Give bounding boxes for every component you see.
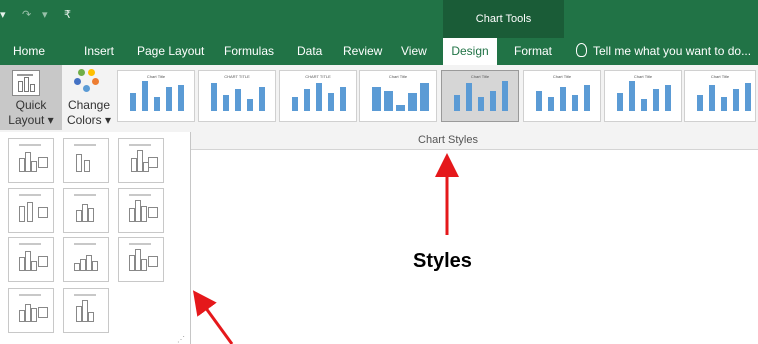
- annotation-overlay: [192, 153, 459, 344]
- styles-annotation-label: Styles: [413, 250, 472, 272]
- quick-layout-arrow: [192, 290, 234, 344]
